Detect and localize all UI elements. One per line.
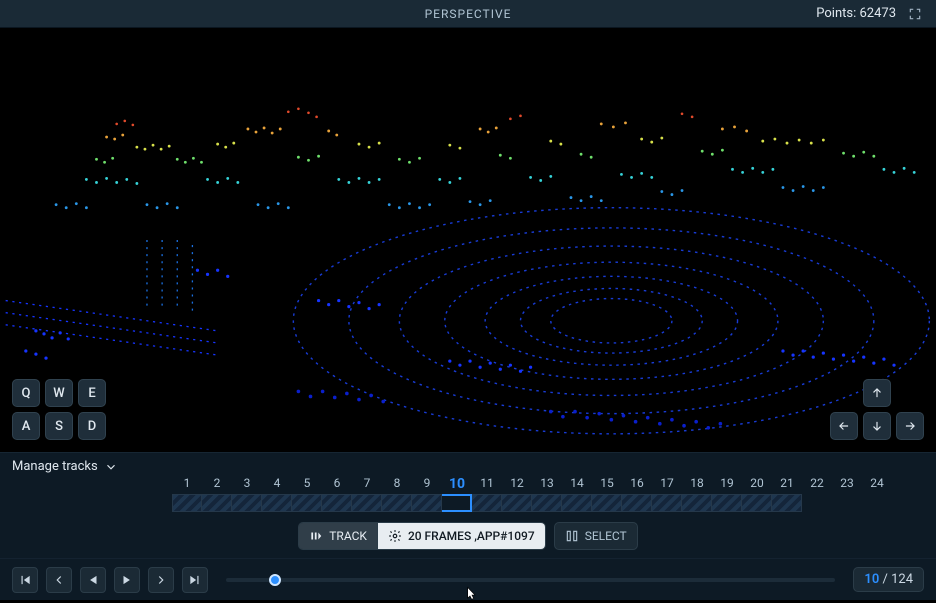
- frame-cell[interactable]: [172, 494, 202, 512]
- track-bars-icon: [309, 529, 323, 543]
- frame-number[interactable]: 3: [232, 476, 262, 492]
- frame-cell[interactable]: [202, 494, 232, 512]
- step-forward-button[interactable]: [148, 567, 174, 593]
- timeline-handle[interactable]: [269, 574, 281, 586]
- frame-cell[interactable]: [502, 494, 532, 512]
- frame-number[interactable]: 1: [172, 476, 202, 492]
- frame-cell[interactable]: [232, 494, 262, 512]
- key-q[interactable]: Q: [12, 379, 40, 407]
- frame-cell[interactable]: [712, 494, 742, 512]
- frame-number[interactable]: 5: [292, 476, 322, 492]
- frame-cell[interactable]: [532, 494, 562, 512]
- track-button[interactable]: TRACK: [299, 523, 377, 549]
- frame-number[interactable]: 21: [772, 476, 802, 492]
- fullscreen-icon[interactable]: [906, 5, 924, 23]
- frame-number[interactable]: 15: [592, 476, 622, 492]
- frameset-button[interactable]: 20 FRAMES ,APP#1097: [377, 523, 545, 549]
- arrow-up-button[interactable]: [863, 379, 891, 407]
- points-count: Points: 62473: [816, 6, 896, 21]
- frame-number[interactable]: 14: [562, 476, 592, 492]
- key-d[interactable]: D: [78, 412, 106, 440]
- frame-number[interactable]: 10: [442, 476, 472, 492]
- frame-cell[interactable]: [682, 494, 712, 512]
- frame-cell[interactable]: [472, 494, 502, 512]
- frame-number[interactable]: 24: [862, 476, 892, 492]
- timeline-slider[interactable]: [226, 578, 835, 582]
- frame-number[interactable]: 2: [202, 476, 232, 492]
- topbar: PERSPECTIVE Points: 62473: [0, 0, 936, 28]
- frame-numbers-row: 123456789101112131415161718192021222324: [172, 476, 892, 492]
- manage-tracks-dropdown[interactable]: Manage tracks: [12, 459, 924, 474]
- arrow-keypad: [830, 379, 924, 440]
- frame-number[interactable]: 12: [502, 476, 532, 492]
- frame-number[interactable]: 18: [682, 476, 712, 492]
- frame-number[interactable]: 17: [652, 476, 682, 492]
- key-a[interactable]: A: [12, 412, 40, 440]
- current-frame: 10: [864, 572, 879, 587]
- frame-cell[interactable]: [592, 494, 622, 512]
- frame-cell[interactable]: [352, 494, 382, 512]
- frame-number[interactable]: 23: [832, 476, 862, 492]
- go-first-button[interactable]: [12, 567, 38, 593]
- frame-number[interactable]: 9: [412, 476, 442, 492]
- frame-number[interactable]: 22: [802, 476, 832, 492]
- frame-number[interactable]: 6: [322, 476, 352, 492]
- frame-number[interactable]: 7: [352, 476, 382, 492]
- key-e[interactable]: E: [78, 379, 106, 407]
- select-columns-icon: [565, 529, 579, 543]
- pointcloud-viewport[interactable]: Q W E A S D: [0, 28, 936, 452]
- play-forward-button[interactable]: [114, 567, 140, 593]
- arrow-down-button[interactable]: [863, 412, 891, 440]
- action-bar: TRACK 20 FRAMES ,APP#1097 SELECT: [12, 522, 924, 550]
- frame-cell[interactable]: [382, 494, 412, 512]
- tracks-panel: Manage tracks 12345678910111213141516171…: [0, 452, 936, 558]
- manage-tracks-label: Manage tracks: [12, 459, 98, 474]
- arrow-left-button[interactable]: [830, 412, 858, 440]
- track-segment: TRACK 20 FRAMES ,APP#1097: [298, 522, 545, 550]
- arrow-right-button[interactable]: [896, 412, 924, 440]
- frame-cell[interactable]: [772, 494, 802, 512]
- frame-number[interactable]: 4: [262, 476, 292, 492]
- step-back-button[interactable]: [46, 567, 72, 593]
- frame-number[interactable]: 11: [472, 476, 502, 492]
- frame-number[interactable]: 13: [532, 476, 562, 492]
- go-last-button[interactable]: [182, 567, 208, 593]
- frame-cell[interactable]: [262, 494, 292, 512]
- view-mode-label: PERSPECTIVE: [425, 7, 512, 21]
- select-segment: SELECT: [554, 522, 638, 550]
- wasd-keypad: Q W E A S D: [12, 379, 106, 440]
- frame-cell[interactable]: [292, 494, 322, 512]
- frame-cell[interactable]: [322, 494, 352, 512]
- track-label: TRACK: [329, 529, 367, 543]
- frame-cell[interactable]: [742, 494, 772, 512]
- chevron-down-icon: [104, 460, 118, 474]
- frame-cell[interactable]: [412, 494, 442, 512]
- frame-cell[interactable]: [622, 494, 652, 512]
- select-button[interactable]: SELECT: [555, 523, 637, 549]
- frame-cell[interactable]: [442, 494, 472, 512]
- frame-counter: 10 / 124: [853, 567, 924, 592]
- select-label: SELECT: [585, 529, 627, 543]
- total-frames: 124: [891, 572, 913, 587]
- frame-number[interactable]: 20: [742, 476, 772, 492]
- key-w[interactable]: W: [45, 379, 73, 407]
- frame-number[interactable]: 19: [712, 476, 742, 492]
- frame-cell[interactable]: [562, 494, 592, 512]
- play-back-button[interactable]: [80, 567, 106, 593]
- gear-icon: [388, 529, 402, 543]
- key-s[interactable]: S: [45, 412, 73, 440]
- frame-number[interactable]: 8: [382, 476, 412, 492]
- frame-number[interactable]: 16: [622, 476, 652, 492]
- playback-bar: 10 / 124: [0, 558, 936, 600]
- frame-cells-row: [172, 494, 892, 512]
- frameset-label: 20 FRAMES ,APP#1097: [408, 529, 535, 543]
- frame-cell[interactable]: [652, 494, 682, 512]
